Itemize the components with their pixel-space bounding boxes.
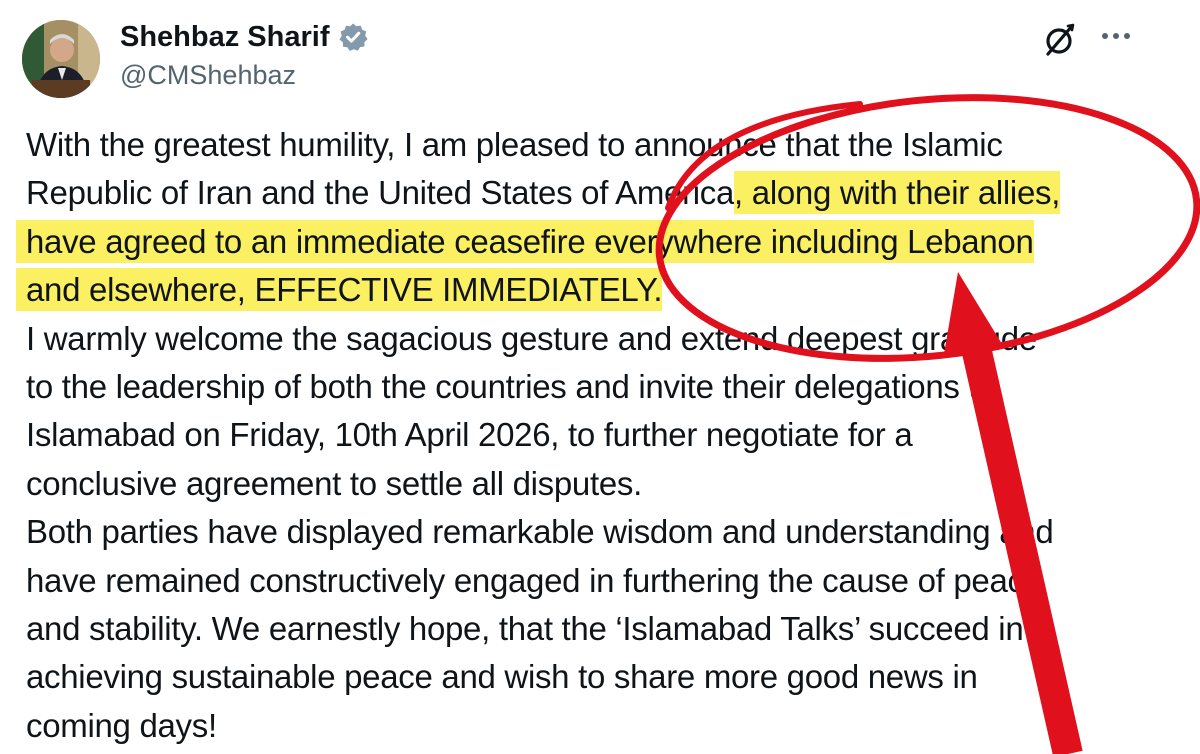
tweet-line: achieving sustainable peace and wish to … — [26, 653, 1196, 701]
tweet-text-segment: conclusive agreement to settle all dispu… — [26, 464, 642, 502]
avatar[interactable] — [22, 20, 100, 98]
tweet-line: With the greatest humility, I am pleased… — [26, 121, 1196, 169]
tweet-line: conclusive agreement to settle all dispu… — [26, 460, 1196, 508]
tweet-line: Republic of Iran and the United States o… — [26, 169, 1196, 217]
tweet-line: I warmly welcome the sagacious gesture a… — [26, 315, 1196, 363]
tweet-line: have remained constructively engaged in … — [26, 557, 1196, 605]
tweet-line: and stability. We earnestly hope, that t… — [26, 605, 1196, 653]
tweet-text-segment: to the leadership of both the countries … — [26, 367, 996, 405]
author-name[interactable]: Shehbaz Sharif — [120, 19, 330, 55]
avatar-photo — [22, 20, 100, 98]
tweet-text-segment: I warmly welcome the sagacious gesture a… — [26, 319, 1037, 357]
tweet-line: Islamabad on Friday, 10th April 2026, to… — [26, 411, 1196, 459]
author-display-name[interactable]: Shehbaz Sharif — [120, 19, 368, 55]
highlighted-text: and elsewhere, EFFECTIVE IMMEDIATELY. — [16, 268, 663, 312]
tweet-text-segment: Both parties have displayed remarkable w… — [26, 513, 1054, 551]
tweet-text-segment: achieving sustainable peace and wish to … — [26, 658, 978, 696]
tweet-line: and elsewhere, EFFECTIVE IMMEDIATELY. — [16, 266, 1196, 314]
tweet-line: to the leadership of both the countries … — [26, 363, 1196, 411]
tweet-line: Both parties have displayed remarkable w… — [26, 508, 1196, 556]
verified-badge-icon[interactable] — [338, 22, 368, 52]
tweet-text-segment: With the greatest humility, I am pleased… — [26, 126, 1003, 163]
highlighted-text: , along with their allies, — [734, 171, 1060, 215]
tweet-text-segment: coming days! — [26, 706, 217, 744]
highlighted-text: have agreed to an immediate ceasefire ev… — [16, 219, 1034, 263]
tweet-text-segment: Republic of Iran and the United States o… — [26, 174, 735, 212]
tweet-line: have agreed to an immediate ceasefire ev… — [16, 218, 1196, 266]
tweet-text: With the greatest humility, I am pleased… — [16, 121, 1196, 750]
grok-icon[interactable] — [1040, 20, 1080, 60]
tweet-text-segment: Islamabad on Friday, 10th April 2026, to… — [26, 416, 913, 454]
tweet-text-segment: have remained constructively engaged in … — [26, 561, 1042, 599]
tweet-text-segment: and stability. We earnestly hope, that t… — [26, 609, 1024, 647]
tweet-line: coming days! — [26, 702, 1196, 750]
more-options-icon[interactable] — [1098, 24, 1134, 48]
author-handle[interactable]: @CMShehbaz — [120, 58, 296, 92]
